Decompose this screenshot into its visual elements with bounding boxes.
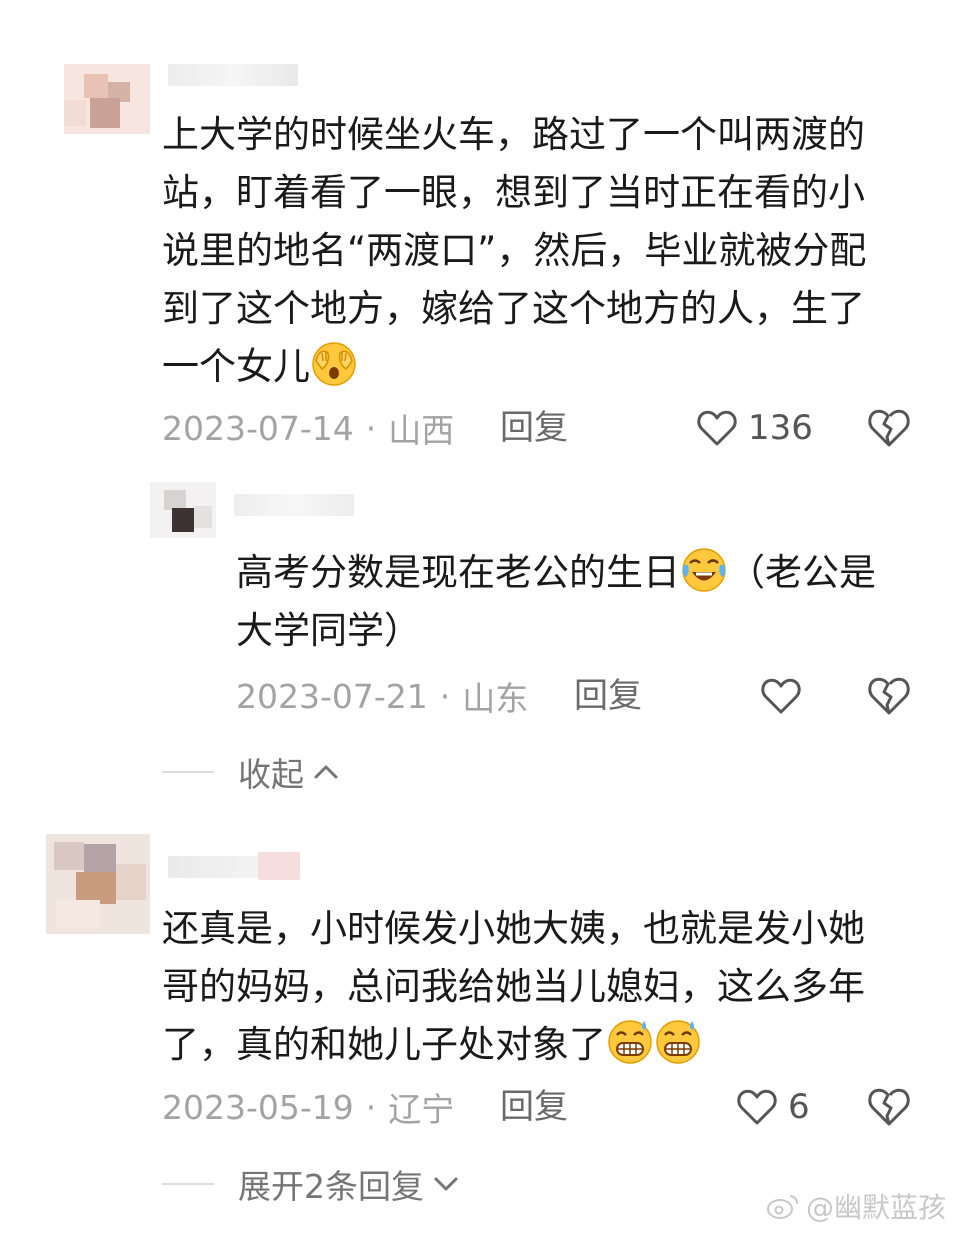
comment-meta: 2023-05-19 · 辽宁 [162,1083,454,1131]
reply-button[interactable]: 回复 [500,1083,568,1131]
comment-date: 2023-07-14 [162,408,354,448]
avatar-pixel [84,74,108,98]
avatar[interactable] [64,64,150,134]
comment-text: 上大学的时候坐火车，路过了一个叫两渡的站，盯着看了一眼，想到了当时正在看的小说里… [162,106,890,396]
thread-divider [162,1183,214,1185]
comment-location: 辽宁 [388,1090,455,1129]
avatar-pixel [56,900,100,930]
reply-meta: 2023-07-21 · 山东 [236,672,528,720]
thread-divider [162,771,214,773]
broken-heart-icon[interactable] [866,405,912,451]
avatar-pixel [64,100,86,126]
like-button[interactable] [760,672,802,720]
heart-icon [697,410,737,446]
avatar-pixel [116,864,146,900]
broken-heart-icon[interactable] [866,1084,912,1130]
comment-meta: 2023-07-14 · 山西 [162,404,454,452]
avatar[interactable] [150,482,216,538]
collapse-replies-button[interactable]: 收起 [162,748,340,796]
chevron-down-icon [434,1177,458,1191]
avatar[interactable] [46,834,150,934]
comment-text: 还真是，小时候发小她大姨，也就是发小她哥的妈妈，总问我给她当儿媳妇，这么多年了，… [162,900,890,1074]
comment-date: 2023-05-19 [162,1087,354,1127]
reply-location: 山东 [462,679,529,718]
comment-text-body: 上大学的时候坐火车，路过了一个叫两渡的站，盯着看了一眼，想到了当时正在看的小说里… [162,113,867,388]
grinning-sweat-emoji [608,1020,652,1064]
reply-text-body: 高考分数是现在老公的生日 [236,551,680,594]
weibo-logo-icon [766,1195,798,1219]
reply-button[interactable]: 回复 [574,672,642,720]
watermark: @幽默蓝孩 [766,1186,946,1226]
like-button[interactable]: 136 [696,404,813,452]
username-blurred[interactable] [234,494,354,516]
user-badge-blurred [258,852,300,880]
grinning-sweat-emoji [656,1020,700,1064]
avatar-pixel [84,844,116,872]
face-covering-eyes-emoji [312,342,356,386]
avatar-pixel [172,508,194,532]
avatar-pixel [90,98,120,128]
username-blurred[interactable] [168,856,258,878]
reply-button[interactable]: 回复 [500,404,568,452]
avatar-pixel [54,842,84,870]
like-button[interactable]: 6 [736,1083,810,1131]
heart-icon [761,678,801,714]
reply-text: 高考分数是现在老公的生日 （老公是大学同学） [236,544,896,660]
avatar-pixel [194,506,212,528]
comment-location: 山西 [388,411,455,450]
expand-label: 展开2条回复 [238,1167,424,1206]
avatar-pixel [164,490,186,510]
laughing-tears-emoji [682,548,726,592]
like-count: 136 [748,408,813,448]
meta-separator: · [365,1087,377,1127]
watermark-text: @幽默蓝孩 [805,1191,946,1224]
meta-separator: · [365,408,377,448]
username-blurred[interactable] [168,64,298,86]
comment-text-body: 还真是，小时候发小她大姨，也就是发小她哥的妈妈，总问我给她当儿媳妇，这么多年了，… [162,907,865,1066]
like-count: 6 [788,1087,810,1127]
broken-heart-icon[interactable] [866,673,912,719]
expand-replies-button[interactable]: 展开2条回复 [162,1160,460,1208]
reply-date: 2023-07-21 [236,676,428,716]
collapse-label: 收起 [238,755,304,794]
chevron-up-icon [314,765,338,779]
meta-separator: · [439,676,451,716]
heart-icon [737,1089,777,1125]
